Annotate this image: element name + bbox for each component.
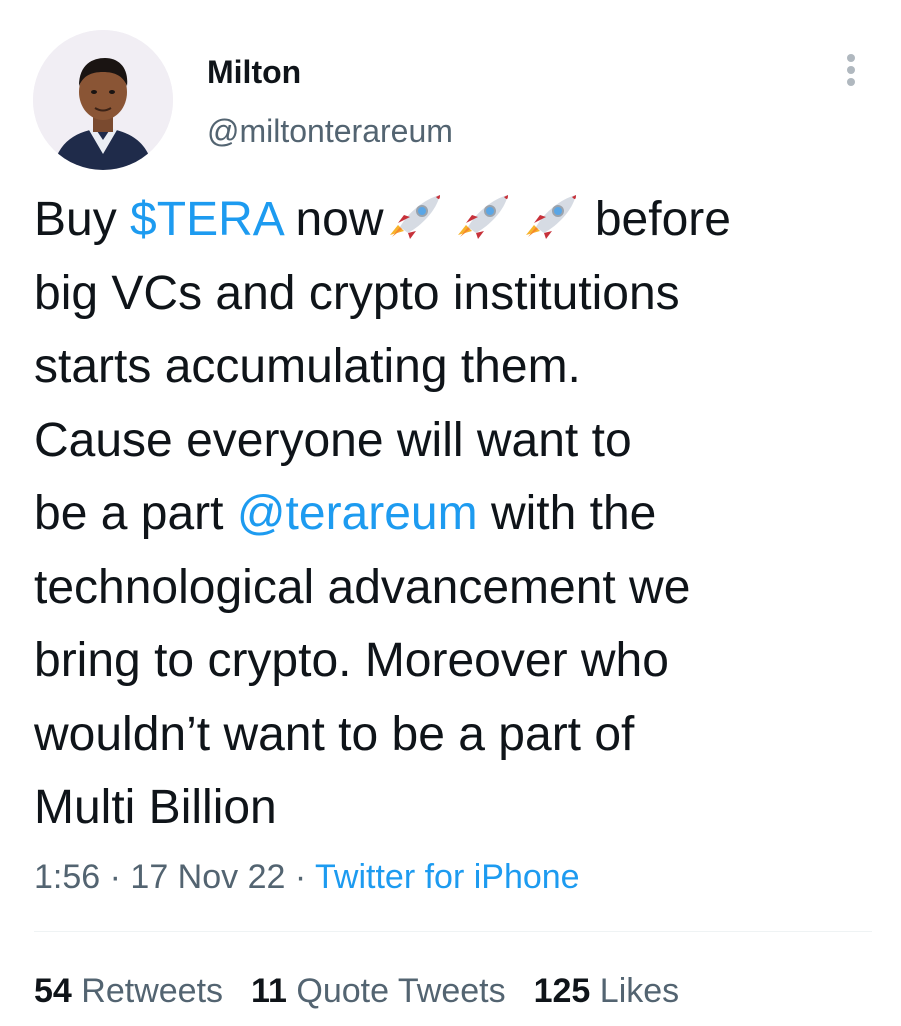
likes-stat[interactable]: 125 Likes <box>534 972 680 1010</box>
tweet-text: Buy $TERA now before big VCs and crypto … <box>34 183 884 845</box>
rocket-icon <box>525 195 576 239</box>
tweet-meta: 1:56 · 17 Nov 22 · Twitter for iPhone <box>34 857 580 897</box>
rocket-icon <box>389 195 440 239</box>
text-segment: with the <box>477 487 657 540</box>
more-dot <box>847 66 855 74</box>
retweets-label: Retweets <box>81 972 224 1010</box>
text-segment: before <box>581 193 731 246</box>
author-name[interactable]: Milton <box>207 52 301 92</box>
likes-label: Likes <box>599 972 680 1010</box>
tweet-source-link[interactable]: Twitter for iPhone <box>315 858 580 896</box>
more-dot <box>847 78 855 86</box>
quote-tweets-label: Quote Tweets <box>296 972 506 1010</box>
quote-tweets-count: 11 <box>251 972 287 1010</box>
tweet-card: Milton @miltonterareum Buy $TERA now bef… <box>0 0 901 1026</box>
more-vertical-icon[interactable] <box>838 52 864 92</box>
mention-link[interactable]: @terareum <box>237 487 478 540</box>
tweet-line-2: big VCs and crypto institutions <box>34 266 680 320</box>
tweet-line-6: technological advancement we <box>34 560 691 614</box>
tweet-stats: 54 Retweets 11 Quote Tweets 125 Likes <box>34 971 707 1011</box>
likes-count: 125 <box>533 972 591 1010</box>
more-dot <box>847 54 855 62</box>
text-segment: be a part <box>34 487 237 540</box>
tweet-line-3: starts accumulating them. <box>34 340 581 393</box>
tweet-time[interactable]: 1:56 <box>34 858 100 896</box>
tweet-line-9: Multi Billion <box>34 781 277 834</box>
tweet-date[interactable]: 17 Nov 22 <box>130 858 285 896</box>
tweet-line-7: bring to crypto. Moreover who <box>34 634 669 687</box>
meta-separator: · <box>100 858 131 896</box>
retweets-count: 54 <box>34 972 72 1010</box>
rocket-icon <box>457 195 508 239</box>
tweet-line-8: wouldn’t want to be a part of <box>34 707 635 761</box>
author-handle[interactable]: @miltonterareum <box>207 111 453 151</box>
cashtag-link[interactable]: $TERA <box>130 193 282 246</box>
text-segment: Buy <box>34 193 131 246</box>
retweets-stat[interactable]: 54 Retweets <box>34 972 223 1010</box>
quote-tweets-stat[interactable]: 11 Quote Tweets <box>251 972 506 1010</box>
divider <box>34 931 872 932</box>
profile-photo-icon <box>33 30 173 170</box>
tweet-line-5: be a part @terareum with the <box>34 477 884 551</box>
tweet-line-1: Buy $TERA now before <box>34 183 884 257</box>
avatar[interactable] <box>33 30 173 170</box>
meta-separator: · <box>285 858 316 896</box>
tweet-line-4: Cause everyone will want to <box>34 413 632 467</box>
text-segment: now <box>282 193 384 246</box>
